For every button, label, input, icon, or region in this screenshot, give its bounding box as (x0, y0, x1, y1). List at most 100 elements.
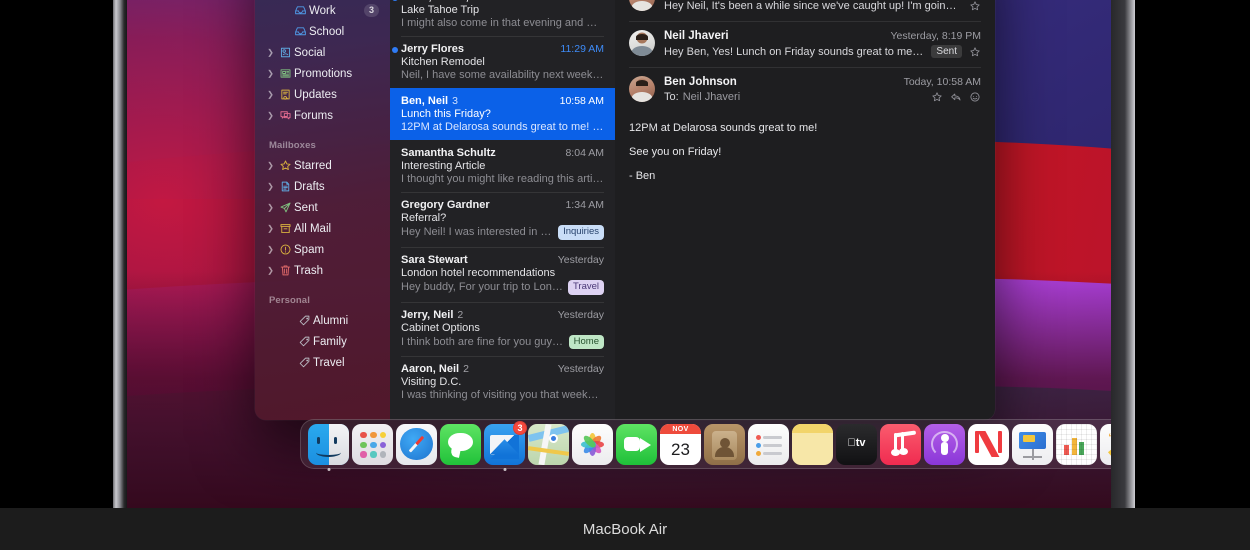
message-list-row[interactable]: Samantha Schultz 8:04 AM Interesting Artic… (390, 140, 615, 192)
message-list-row[interactable]: Keith, Bruce, Neil 5 1:03 PM Lake Tahoe Tri… (390, 0, 615, 36)
thread-message[interactable]: Ben Johnson Today, 10:58 AM To: Neil Jhaver… (629, 67, 981, 112)
thread-message-subline: Hey Neil, It's been a while since we've … (664, 0, 981, 12)
message-list-row[interactable]: Ben, Neil 3 10:58 AM Lunch this Friday? 12PM… (390, 88, 615, 140)
message-preview: I was thinking of visiting you that week… (401, 389, 604, 402)
sidebar-item-sent[interactable]: ❯ Sent (261, 197, 384, 218)
message-preview-row: Hey buddy, For your trip to Lond… Travel (401, 279, 604, 295)
dock-item-launchpad[interactable] (352, 423, 393, 465)
chevron-right-icon[interactable]: ❯ (265, 203, 276, 212)
dock-item-calendar[interactable]: NOV 23 (660, 423, 701, 465)
message-timestamp: Yesterday (557, 308, 604, 321)
dock-item-mail[interactable]: 3 (484, 420, 527, 471)
dock-item-notes[interactable] (792, 423, 833, 465)
sidebar-item-spam[interactable]: ❯ Spam (261, 239, 384, 260)
thread-message[interactable]: Ben JohnsonYesterday, 7:42 PMHey Neil, I… (629, 0, 981, 21)
dock-item-music[interactable] (880, 423, 921, 465)
message-list[interactable]: Dan Smith1:12 PMPositions at Mimestream?… (390, 0, 615, 420)
dock-running-indicator (327, 467, 330, 471)
dock-item-maps[interactable] (528, 423, 569, 465)
sidebar-item-alumni[interactable]: Alumni (261, 310, 384, 331)
message-list-row[interactable]: Jerry Flores 11:29 AM Kitchen Remodel Neil,… (390, 36, 615, 88)
thread-message-preview: Hey Ben, Yes! Lunch on Friday sounds gre… (664, 45, 924, 58)
to-recipient-name[interactable]: Neil Jhaveri (683, 91, 740, 103)
dock-item-facetime[interactable] (616, 423, 657, 465)
sidebar-item-label: Starred (294, 159, 332, 172)
dock-item-keynote[interactable] (1012, 423, 1053, 465)
chevron-right-icon[interactable]: ❯ (265, 224, 276, 233)
chevron-right-icon[interactable]: ❯ (265, 111, 276, 120)
dock-item-numbers[interactable] (1056, 423, 1097, 465)
sent-status-badge: Sent (931, 45, 962, 58)
podcasts-icon (924, 423, 965, 465)
send-icon (276, 201, 294, 214)
message-label-tag[interactable]: Travel (567, 279, 604, 295)
dock-item-photos[interactable] (572, 423, 613, 465)
chevron-right-icon[interactable]: ❯ (265, 245, 276, 254)
star-icon[interactable] (969, 0, 981, 12)
message-list-row[interactable]: Sara Stewart Yesterday London hotel recomm… (390, 246, 615, 302)
dock-item-contacts[interactable] (704, 423, 745, 465)
sidebar-item-label: Travel (313, 356, 345, 369)
unread-dot-icon (392, 0, 398, 1)
dock-item-appletv[interactable]: tv (836, 423, 877, 465)
sidebar-item-drafts[interactable]: ❯ Drafts (261, 176, 384, 197)
chevron-right-icon[interactable]: ❯ (265, 266, 276, 275)
chevron-right-icon[interactable]: ❯ (265, 69, 276, 78)
more-icon[interactable] (969, 91, 981, 103)
message-sender: Ben, Neil (401, 95, 449, 107)
thread-message-body: Ben JohnsonYesterday, 7:42 PMHey Neil, I… (664, 0, 981, 12)
sidebar-item-promotions[interactable]: ❯ Promotions (261, 63, 384, 84)
chevron-right-icon[interactable]: ❯ (265, 161, 276, 170)
message-label-tag[interactable]: Inquiries (558, 225, 604, 240)
mail-sidebar[interactable]: Inboxes▾PrimaryPersonalWork3School❯Socia… (255, 0, 390, 420)
message-list-row[interactable]: Gregory Gardner 1:34 AM Referral? Hey Neil!… (390, 192, 615, 247)
message-list-row[interactable]: Aaron, Neil 2 Yesterday Visiting D.C. I was … (390, 356, 615, 408)
message-timestamp: 11:29 AM (560, 43, 604, 55)
dock-item-reminders[interactable] (748, 423, 789, 465)
chevron-right-icon[interactable]: ❯ (265, 48, 276, 57)
sidebar-item-trash[interactable]: ❯ Trash (261, 260, 384, 281)
sidebar-item-starred[interactable]: ❯ Starred (261, 155, 384, 176)
sidebar-item-school[interactable]: School (261, 21, 384, 42)
thread-message[interactable]: Neil Jhaveri Yesterday, 8:19 PM Hey Ben, Y… (629, 21, 981, 67)
numbers-icon (1056, 423, 1097, 465)
dock-item-news[interactable] (968, 423, 1009, 465)
thread-message-subline: Hey Ben, Yes! Lunch on Friday sounds gre… (664, 45, 981, 58)
message-preview-row: I was thinking of visiting you that week… (401, 389, 604, 401)
dock-item-safari[interactable] (396, 423, 437, 465)
thread-timestamp: Today, 10:58 AM (903, 76, 981, 88)
to-label: To: (664, 91, 679, 103)
message-preview-row: I might also come in that evening and me… (401, 17, 604, 29)
sidebar-item-work[interactable]: Work 3 (261, 0, 384, 21)
message-timestamp: Yesterday (557, 363, 604, 376)
dock-item-finder[interactable] (308, 423, 349, 471)
warning-icon (276, 243, 294, 256)
dock[interactable]: 3 NOV23 tv “ (300, 419, 1111, 471)
avatar-body (631, 46, 653, 56)
message-label-tag[interactable]: Home (568, 334, 604, 350)
message-timestamp: 1:03 PM (559, 0, 604, 3)
sidebar-item-all-mail[interactable]: ❯ All Mail (261, 218, 384, 239)
sidebar-item-forums[interactable]: ❯ Forums (261, 105, 384, 126)
chevron-right-icon[interactable]: ❯ (265, 182, 276, 191)
dock-item-pages[interactable]: “ (1100, 423, 1111, 465)
reply-icon[interactable] (950, 91, 962, 103)
sidebar-item-updates[interactable]: ❯ Updates (261, 84, 384, 105)
message-sender: Samantha Schultz (401, 147, 496, 159)
document-icon (276, 180, 294, 193)
unread-dot-icon (392, 47, 398, 53)
dock-item-messages[interactable] (440, 423, 481, 465)
message-list-row[interactable]: Jerry, Neil 2 Yesterday Cabinet Options I th… (390, 301, 615, 357)
sidebar-item-label: Spam (294, 243, 325, 256)
star-icon[interactable] (969, 46, 981, 58)
chevron-right-icon[interactable]: ❯ (265, 90, 276, 99)
message-subject: Lake Tahoe Trip (401, 4, 480, 16)
sidebar-item-travel[interactable]: Travel (261, 352, 384, 373)
message-row-header: Ben, Neil 3 10:58 AM (401, 95, 604, 107)
message-thread-count: 2 (463, 363, 469, 376)
thread-message-actions (969, 0, 981, 12)
sidebar-item-social[interactable]: ❯ Social (261, 42, 384, 63)
dock-item-podcasts[interactable] (924, 423, 965, 465)
star-icon[interactable] (931, 91, 943, 103)
sidebar-item-family[interactable]: Family (261, 331, 384, 352)
